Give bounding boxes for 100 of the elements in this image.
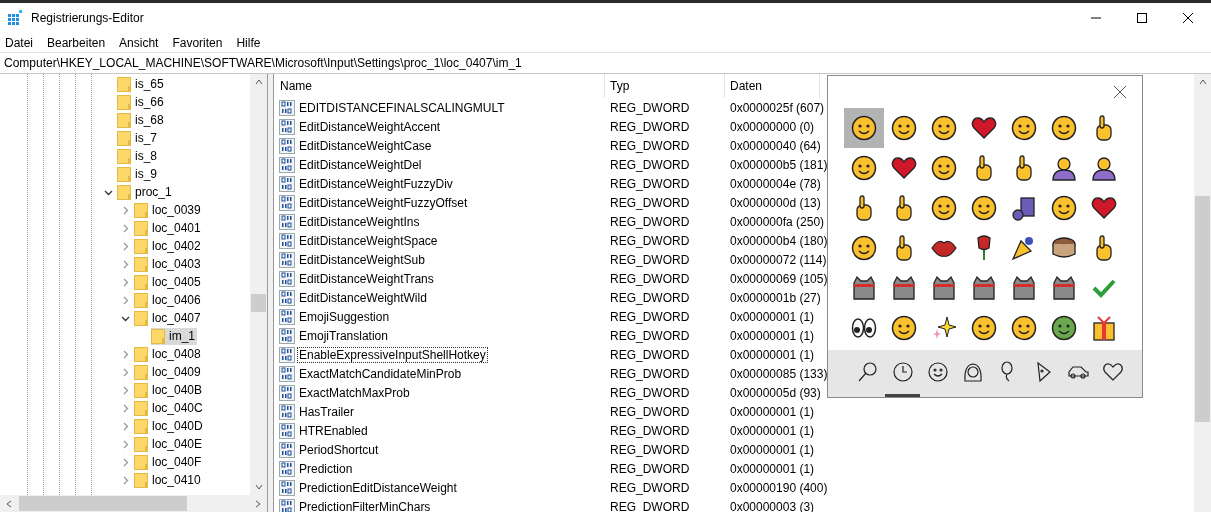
tree-item[interactable]: loc_0403: [134, 255, 203, 273]
value-name[interactable]: EmojiSuggestion: [297, 308, 392, 325]
column-header[interactable]: Daten: [725, 74, 820, 98]
close-button[interactable]: [1112, 84, 1128, 100]
value-name[interactable]: HasTrailer: [297, 403, 356, 420]
expand-chevron-icon[interactable]: [121, 457, 130, 467]
tree-item[interactable]: is_65: [117, 75, 166, 93]
tree-item[interactable]: loc_0405: [134, 273, 203, 291]
expand-chevron-icon[interactable]: [121, 223, 130, 233]
expand-chevron-icon[interactable]: [121, 349, 130, 359]
column-header[interactable]: Typ: [605, 74, 725, 98]
expand-chevron-icon[interactable]: [121, 367, 130, 377]
tree-item[interactable]: is_66: [117, 93, 166, 111]
hand-icon: [894, 195, 914, 221]
scroll-thumb[interactable]: [1195, 196, 1210, 422]
menu-item[interactable]: Datei: [5, 35, 33, 50]
expand-chevron-icon[interactable]: [121, 241, 130, 251]
scroll-up-icon[interactable]: [254, 78, 263, 86]
tree-item[interactable]: loc_040E: [134, 435, 205, 453]
scroll-up-icon[interactable]: [1198, 78, 1207, 86]
value-name[interactable]: EditDistanceWeightFuzzyOffset: [297, 194, 470, 211]
binary-value-icon: [279, 232, 295, 249]
menu-item[interactable]: Bearbeiten: [47, 35, 106, 50]
value-name[interactable]: EditDistanceWeightCase: [297, 137, 434, 154]
tree-item[interactable]: loc_040B: [134, 381, 205, 399]
tree-item[interactable]: is_9: [117, 165, 159, 183]
tree-item[interactable]: loc_0401: [134, 219, 203, 237]
folder-icon: [134, 274, 148, 290]
value-name[interactable]: EditDistanceWeightTrans: [297, 270, 436, 287]
expand-chevron-icon[interactable]: [121, 439, 130, 449]
value-name[interactable]: EDITDISTANCEFINALSCALINGMULT: [297, 99, 507, 116]
value-name[interactable]: EnableExpressiveInputShellHotkey: [297, 346, 488, 363]
tree-item[interactable]: im_1: [151, 327, 197, 345]
value-name[interactable]: EditDistanceWeightSub: [297, 251, 427, 268]
smiley-icon: [931, 195, 957, 221]
binary-value-icon: [279, 270, 295, 287]
expand-chevron-icon[interactable]: [121, 403, 130, 413]
expand-chevron-icon[interactable]: [121, 295, 130, 305]
value-name[interactable]: ExactMatchCandidateMinProb: [297, 365, 464, 382]
value-name[interactable]: EmojiTranslation: [297, 327, 390, 344]
tree-item[interactable]: loc_0402: [134, 237, 203, 255]
expand-chevron-icon[interactable]: [121, 205, 130, 215]
value-name[interactable]: PeriodShortcut: [297, 441, 381, 458]
scroll-left-icon[interactable]: [5, 499, 13, 508]
binary-value-icon: [279, 346, 295, 363]
expand-chevron-icon[interactable]: [121, 259, 130, 269]
expand-chevron-icon[interactable]: [121, 277, 130, 287]
tree-item[interactable]: is_7: [117, 129, 159, 147]
tree-item[interactable]: proc_1: [117, 183, 174, 201]
value-name[interactable]: ExactMatchMaxProb: [297, 384, 412, 401]
menu-item[interactable]: Hilfe: [236, 35, 261, 50]
emoji-button[interactable]: [844, 108, 884, 148]
tree-item[interactable]: loc_040C: [134, 399, 205, 417]
cat-icon: [931, 275, 957, 301]
folder-icon: [117, 94, 131, 110]
value-name[interactable]: EditDistanceWeightIns: [297, 213, 422, 230]
expand-chevron-icon[interactable]: [121, 385, 130, 395]
value-name[interactable]: EditDistanceWeightDel: [297, 156, 424, 173]
value-name[interactable]: Prediction: [297, 460, 355, 477]
horizontal-scrollbar[interactable]: [0, 495, 267, 512]
person-icon: [1051, 155, 1077, 181]
scroll-thumb[interactable]: [19, 496, 187, 511]
value-name[interactable]: HTREnabled: [297, 422, 370, 439]
value-name[interactable]: EditDistanceWeightFuzzyDiv: [297, 175, 455, 192]
table-cell-text: 0x0000000d (13): [729, 195, 821, 210]
scroll-thumb[interactable]: [251, 294, 266, 312]
tree-item[interactable]: is_68: [117, 111, 166, 129]
tree-item[interactable]: loc_0406: [134, 291, 203, 309]
binary-value-icon: [279, 365, 295, 382]
value-name[interactable]: EditDistanceWeightAccent: [297, 118, 443, 135]
address-field[interactable]: Computer\HKEY_LOCAL_MACHINE\SOFTWARE\Microsoft\Input\Settings\proc_1\loc_0407\im_1: [4, 56, 522, 70]
cat-icon: [851, 275, 877, 301]
tree-item[interactable]: loc_0407: [134, 309, 203, 327]
tree-item[interactable]: loc_0039: [134, 201, 203, 219]
column-header[interactable]: Name: [274, 74, 605, 98]
value-name[interactable]: PredictionEditDistanceWeight: [297, 479, 459, 496]
tree-item[interactable]: loc_0409: [134, 363, 203, 381]
scrollbar[interactable]: [1194, 74, 1211, 512]
binary-value-icon: [279, 441, 295, 458]
table-cell-text: 0x000000fa (250): [729, 214, 825, 229]
tree-item[interactable]: is_8: [117, 147, 159, 165]
expand-chevron-icon[interactable]: [121, 421, 130, 431]
binary-value-icon: [279, 384, 295, 401]
value-name[interactable]: EditDistanceWeightWild: [297, 289, 429, 306]
menu-item[interactable]: Ansicht: [119, 35, 159, 50]
value-name[interactable]: EditDistanceWeightSpace: [297, 232, 440, 249]
scroll-down-icon[interactable]: [254, 483, 263, 491]
scroll-right-icon[interactable]: [254, 499, 262, 508]
table-cell-text: 0x00000001 (1): [729, 347, 815, 362]
table-cell-text: 0x0000001b (27): [729, 290, 821, 305]
tree-item[interactable]: loc_040F: [134, 453, 204, 471]
tree-item[interactable]: loc_040D: [134, 417, 205, 435]
value-name[interactable]: PredictionFilterMinChars: [297, 498, 433, 512]
tree-item[interactable]: loc_0410: [134, 471, 203, 489]
expand-chevron-icon[interactable]: [121, 475, 130, 485]
smiley-icon: [851, 235, 877, 261]
menu-item[interactable]: Favoriten: [172, 35, 223, 50]
scrollbar[interactable]: [250, 74, 267, 495]
tree-item[interactable]: loc_0408: [134, 345, 203, 363]
smiley-icon: [931, 155, 957, 181]
